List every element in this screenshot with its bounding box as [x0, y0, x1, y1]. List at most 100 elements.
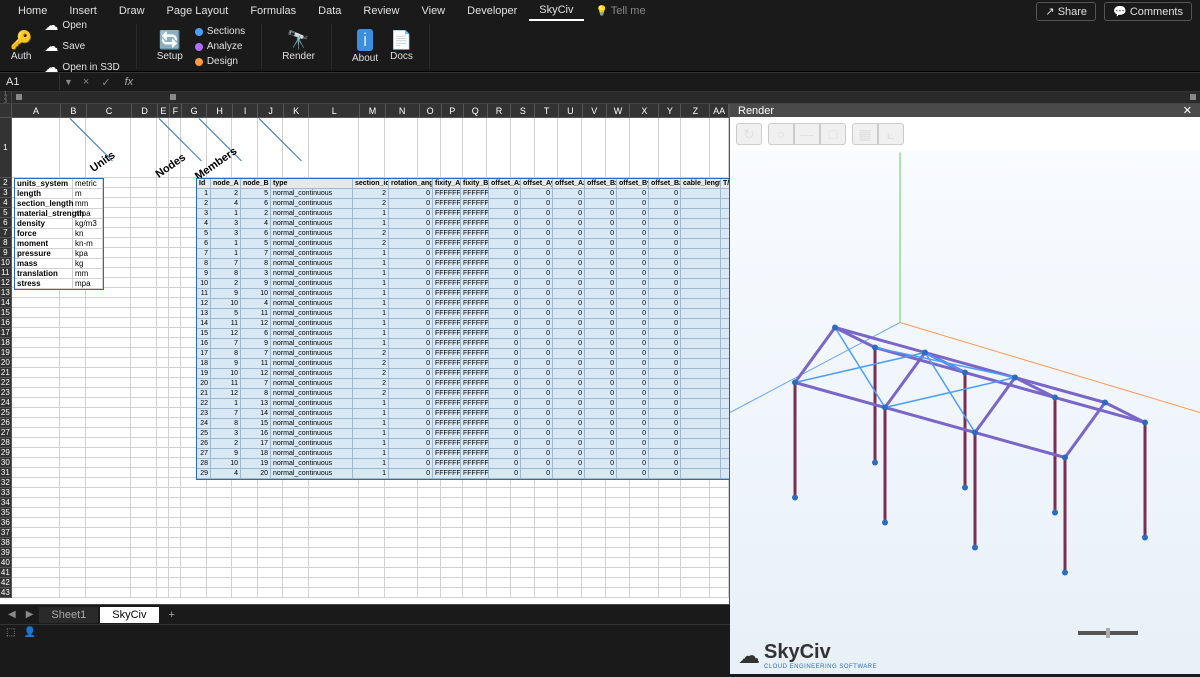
cell[interactable] [12, 528, 61, 538]
cell[interactable] [169, 488, 181, 498]
members-row[interactable]: 983normal_continuous10FFFFFFFFFFFF000000 [197, 269, 729, 279]
cell[interactable] [131, 528, 157, 538]
cell[interactable] [157, 468, 169, 478]
cell[interactable] [60, 428, 86, 438]
cell[interactable] [681, 488, 710, 498]
cell[interactable] [86, 338, 131, 348]
cell[interactable] [157, 298, 169, 308]
cell[interactable] [169, 438, 181, 448]
cell[interactable] [232, 558, 258, 568]
units-row[interactable]: densitykg/m3 [15, 219, 103, 229]
cell[interactable] [681, 548, 710, 558]
render-button[interactable]: 🔭Render [278, 29, 319, 64]
fx-cancel[interactable]: × [77, 76, 95, 88]
cell[interactable] [131, 338, 157, 348]
members-row[interactable]: 312normal_continuous10FFFFFFFFFFFF000000 [197, 209, 729, 219]
cell[interactable] [169, 358, 181, 368]
cell[interactable] [131, 368, 157, 378]
cell[interactable] [463, 548, 487, 558]
cell[interactable] [60, 378, 86, 388]
cell[interactable] [487, 508, 511, 518]
cell[interactable] [606, 498, 630, 508]
col-header[interactable]: R [488, 104, 512, 118]
col-header[interactable]: P [442, 104, 464, 118]
cell[interactable] [511, 118, 535, 178]
cell[interactable] [207, 538, 233, 548]
cell[interactable] [157, 378, 169, 388]
cell[interactable] [86, 578, 131, 588]
cell[interactable] [169, 218, 181, 228]
col-header[interactable]: L [309, 104, 360, 118]
cell[interactable] [359, 518, 385, 528]
members-row[interactable]: 27918normal_continuous10FFFFFFFFFFFF0000… [197, 449, 729, 459]
cell[interactable] [157, 438, 169, 448]
cell[interactable] [157, 488, 169, 498]
row-header[interactable]: 15 [0, 308, 12, 318]
cell[interactable] [681, 498, 710, 508]
cell[interactable] [659, 488, 681, 498]
cell[interactable] [157, 538, 169, 548]
cell[interactable] [309, 568, 359, 578]
cell[interactable] [232, 588, 258, 598]
row-header[interactable]: 36 [0, 518, 12, 528]
cell[interactable] [681, 508, 710, 518]
sheet-nav-next[interactable]: ▶ [22, 607, 38, 622]
cell[interactable] [463, 538, 487, 548]
row-header[interactable]: 42 [0, 578, 12, 588]
cell[interactable] [558, 538, 582, 548]
members-row[interactable]: 1679normal_continuous10FFFFFFFFFFFF00000… [197, 339, 729, 349]
members-row[interactable]: 191012normal_continuous20FFFFFFFFFFFF000… [197, 369, 729, 379]
cell[interactable] [606, 118, 630, 178]
cell[interactable] [12, 378, 61, 388]
cell[interactable] [12, 588, 61, 598]
cell[interactable] [169, 418, 181, 428]
col-header[interactable]: C [87, 104, 133, 118]
row-header[interactable]: 9 [0, 248, 12, 258]
cell[interactable] [441, 548, 463, 558]
cell[interactable] [86, 398, 131, 408]
cell[interactable] [12, 368, 61, 378]
cell[interactable] [258, 118, 284, 178]
cell[interactable] [463, 498, 487, 508]
row-header[interactable]: 40 [0, 558, 12, 568]
cell[interactable] [710, 588, 729, 598]
col-header[interactable]: G [182, 104, 208, 118]
cell[interactable] [232, 118, 258, 178]
cell[interactable] [535, 508, 559, 518]
cell[interactable] [60, 358, 86, 368]
row-header[interactable]: 21 [0, 368, 12, 378]
cell[interactable] [441, 568, 463, 578]
cell[interactable] [659, 568, 681, 578]
sheet-tab-sheet1[interactable]: Sheet1 [39, 607, 98, 623]
menu-tab-data[interactable]: Data [308, 2, 351, 20]
cell[interactable] [582, 118, 606, 178]
cell[interactable] [258, 578, 284, 588]
row-header[interactable]: 27 [0, 428, 12, 438]
cell[interactable] [60, 498, 86, 508]
cell[interactable] [60, 528, 86, 538]
cell[interactable] [157, 428, 169, 438]
cell[interactable] [12, 558, 61, 568]
cell[interactable] [582, 528, 606, 538]
cell[interactable] [12, 508, 61, 518]
menu-tab-formulas[interactable]: Formulas [240, 2, 306, 20]
cell[interactable] [418, 528, 440, 538]
add-sheet[interactable]: + [161, 607, 183, 623]
cell[interactable] [630, 528, 659, 538]
row-header[interactable]: 10 [0, 258, 12, 268]
cell[interactable] [385, 488, 419, 498]
cell[interactable] [86, 388, 131, 398]
cell[interactable] [12, 298, 61, 308]
cell[interactable] [283, 118, 309, 178]
cell[interactable] [157, 458, 169, 468]
members-row[interactable]: 20117normal_continuous20FFFFFFFFFFFF0000… [197, 379, 729, 389]
cell[interactable] [207, 118, 233, 178]
cell[interactable] [181, 588, 207, 598]
cell[interactable] [463, 578, 487, 588]
members-row[interactable]: 1787normal_continuous20FFFFFFFFFFFF00000… [197, 349, 729, 359]
row-header[interactable]: 26 [0, 418, 12, 428]
cell[interactable] [60, 118, 86, 178]
cell[interactable] [463, 508, 487, 518]
cell[interactable] [582, 558, 606, 568]
cell[interactable] [309, 538, 359, 548]
